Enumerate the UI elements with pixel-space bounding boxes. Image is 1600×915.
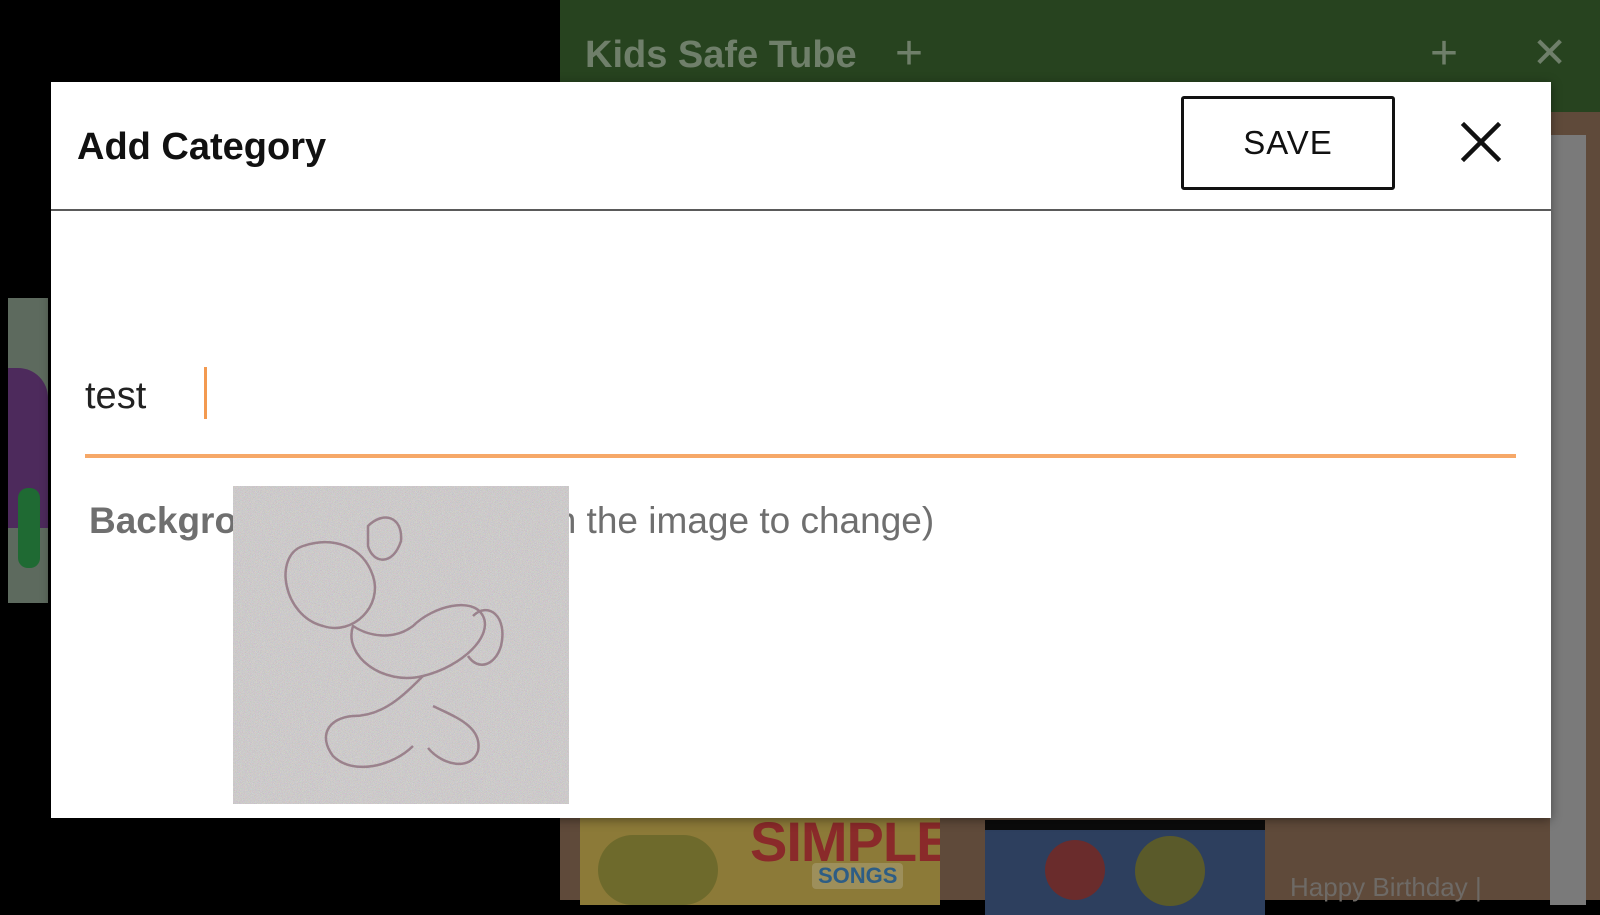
background-card bbox=[8, 298, 48, 603]
dialog-title: Add Category bbox=[77, 126, 327, 168]
app-title: Kids Safe Tube bbox=[585, 34, 857, 76]
background-card-shape bbox=[18, 488, 40, 568]
video-thumbnail bbox=[985, 820, 1265, 915]
plus-icon: + bbox=[1430, 27, 1459, 80]
category-name-field bbox=[85, 354, 1516, 458]
video-caption: Happy Birthday | bbox=[1290, 872, 1482, 902]
video-thumbnail: SIMPLE SONGS bbox=[580, 815, 940, 905]
dialog-header: Add Category SAVE bbox=[51, 82, 1551, 211]
plus-icon: + bbox=[895, 27, 924, 80]
thumbnail-art bbox=[598, 835, 718, 905]
close-icon[interactable] bbox=[1451, 112, 1511, 172]
close-icon: ✕ bbox=[1532, 29, 1568, 76]
thumbnail-art bbox=[1135, 836, 1205, 906]
category-name-input[interactable] bbox=[85, 354, 1516, 438]
thumbnail-art bbox=[1045, 840, 1105, 900]
text-cursor bbox=[204, 367, 207, 419]
character-image bbox=[233, 486, 569, 804]
background-image[interactable] bbox=[233, 486, 569, 804]
background-list-strip bbox=[1550, 135, 1586, 905]
add-category-dialog: Add Category SAVE Background Image (Clic… bbox=[51, 82, 1551, 818]
thumbnail-subtext: SONGS bbox=[812, 863, 904, 889]
save-button[interactable]: SAVE bbox=[1181, 96, 1395, 190]
